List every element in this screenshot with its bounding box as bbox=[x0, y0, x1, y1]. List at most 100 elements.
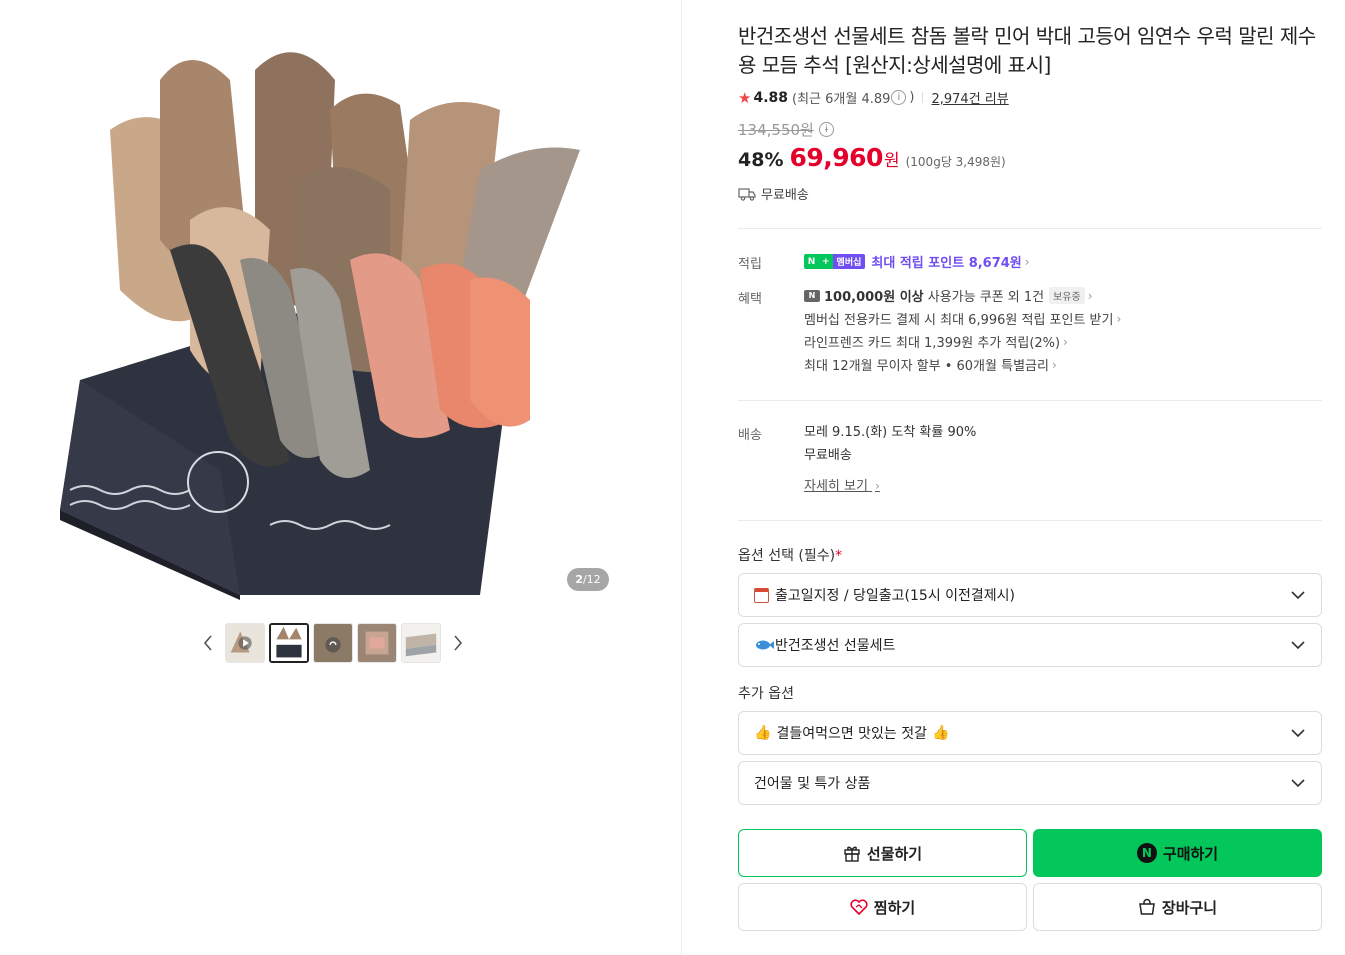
thumbs-up-icon: 👍 bbox=[932, 725, 950, 741]
section-divider bbox=[738, 520, 1322, 521]
thumbnail-3[interactable] bbox=[313, 623, 353, 663]
shipping-summary: 무료배송 bbox=[738, 184, 809, 203]
divider bbox=[922, 92, 924, 103]
section-divider bbox=[738, 400, 1322, 401]
delivery-info: 모레 9.15.(화) 도착 확률 90% 무료배송 자세히 보기 › bbox=[804, 421, 976, 498]
product-title: 반건조생선 선물세트 참돔 볼락 민어 박대 고등어 임연수 우럭 말린 제수용… bbox=[738, 24, 1316, 77]
gift-button[interactable]: 선물하기 bbox=[738, 829, 1027, 877]
coupon-icon: N bbox=[804, 289, 820, 302]
review-count-link[interactable]: 2,974건 리뷰 bbox=[931, 88, 1008, 107]
wishlist-button-label: 찜하기 bbox=[873, 898, 916, 917]
chevron-right-icon: › bbox=[1116, 311, 1122, 326]
points-label: 적립 bbox=[738, 257, 762, 272]
naver-membership-badge: N + 멤버십 bbox=[804, 254, 866, 269]
chevron-right-icon: › bbox=[1063, 334, 1068, 349]
option-select-value: 반건조생선 선물세트 bbox=[775, 638, 896, 654]
chevron-right-icon[interactable] bbox=[445, 622, 471, 664]
delivery-detail-text: 자세히 보기 bbox=[804, 479, 868, 494]
benefit-linefriends-card[interactable]: 라인프렌즈 카드 최대 1,399원 추가 적립(2%) › bbox=[804, 330, 1121, 353]
badge-member: 멤버십 bbox=[832, 254, 866, 269]
required-mark: * bbox=[835, 548, 843, 564]
price-info-icon[interactable]: i bbox=[818, 122, 834, 137]
benefit-text: 최대 12개월 무이자 할부 • 60개월 특별금리 bbox=[804, 359, 1049, 374]
extra-option-select-dried[interactable]: 건어물 및 특가 상품 bbox=[738, 761, 1322, 805]
option-select-value: 출고일지정 / 당일출고(15시 이전결제시) bbox=[775, 588, 1016, 604]
heart-icon bbox=[850, 899, 868, 915]
gift-button-label: 선물하기 bbox=[866, 844, 923, 863]
section-divider bbox=[738, 228, 1322, 229]
rating-row: ★ 4.88 (최근 6개월 4.89 i ) 2,974건 리뷰 bbox=[738, 88, 1009, 108]
delivery-arrival: 모레 9.15.(화) 도착 확률 90% bbox=[804, 425, 977, 440]
original-price-value: 134,550원 bbox=[738, 121, 814, 139]
wishlist-button[interactable]: 찜하기 bbox=[738, 883, 1027, 931]
coupon-held-badge: 보유중 bbox=[1049, 287, 1085, 304]
chevron-down-icon bbox=[1291, 729, 1305, 738]
shopping-bag-icon bbox=[1139, 898, 1155, 915]
image-counter: 2/12 bbox=[567, 568, 609, 591]
discount-rate: 48% bbox=[738, 149, 784, 171]
benefit-text: 멤버십 전용카드 결제 시 최대 6,996원 적립 포인트 받기 bbox=[804, 313, 1114, 328]
chevron-right-icon: › bbox=[1051, 357, 1057, 372]
chevron-left-icon[interactable] bbox=[195, 622, 221, 664]
chevron-right-icon: › bbox=[1087, 288, 1093, 303]
benefit-text: 라인프렌즈 카드 최대 1,399원 추가 적립(2%) bbox=[804, 336, 1061, 351]
original-price: 134,550원 i bbox=[738, 119, 834, 140]
price-currency: 원 bbox=[883, 151, 900, 171]
free-shipping-text: 무료배송 bbox=[761, 188, 809, 203]
option-select-product[interactable]: 반건조생선 선물세트 bbox=[738, 623, 1322, 667]
extra-option-select-jeotgal[interactable]: 👍 결들여먹으면 맛있는 젓갈 👍 bbox=[738, 711, 1322, 755]
delivery-label: 배송 bbox=[738, 428, 762, 443]
coupon-text: 사용가능 쿠폰 외 1건 bbox=[923, 290, 1045, 305]
info-icon[interactable]: i bbox=[891, 90, 907, 105]
gift-icon bbox=[844, 846, 860, 862]
sale-price: 69,960 bbox=[789, 143, 883, 172]
price-row: 48% 69,960 원 (100g당 3,498원) bbox=[738, 143, 1006, 172]
buy-button-label: 구매하기 bbox=[1162, 844, 1219, 863]
image-counter-total: /12 bbox=[582, 573, 601, 586]
option-select-shipdate[interactable]: 출고일지정 / 당일출고(15시 이전결제시) bbox=[738, 573, 1322, 617]
cart-button-label: 장바구니 bbox=[1161, 898, 1218, 917]
coupon-threshold: 100,000원 이상 bbox=[824, 290, 924, 305]
rating-value: 4.88 bbox=[753, 89, 788, 106]
product-main-image[interactable] bbox=[40, 20, 630, 600]
option-select-value: 결들여먹으면 맛있는 젓갈 bbox=[776, 726, 928, 742]
benefits-list: N 100,000원 이상 사용가능 쿠폰 외 1건 보유중 › 멤버십 전용카… bbox=[804, 284, 1121, 376]
benefits-label: 혜택 bbox=[738, 292, 762, 307]
option-select-value: 건어물 및 특가 상품 bbox=[754, 776, 871, 792]
star-icon: ★ bbox=[738, 88, 752, 107]
benefit-installment[interactable]: 최대 12개월 무이자 할부 • 60개월 특별금리 › bbox=[804, 353, 1121, 376]
extra-option-title: 추가 옵션 bbox=[738, 686, 794, 702]
thumbnail-strip bbox=[195, 622, 471, 664]
badge-n: N bbox=[804, 254, 819, 269]
thumbs-up-icon: 👍 bbox=[754, 725, 772, 741]
unit-price: (100g당 3,498원) bbox=[905, 155, 1006, 169]
delivery-fee: 무료배송 bbox=[804, 448, 852, 463]
buy-button[interactable]: N 구매하기 bbox=[1033, 829, 1322, 877]
column-divider bbox=[681, 0, 682, 955]
points-row[interactable]: N + 멤버십 최대 적립 포인트 8,674원 › bbox=[804, 252, 1030, 271]
truck-icon bbox=[738, 187, 756, 201]
thumbnail-4[interactable] bbox=[357, 623, 397, 663]
max-points-text: 최대 적립 포인트 8,674원 bbox=[871, 256, 1022, 271]
calendar-icon bbox=[754, 587, 769, 603]
recent-rating: (최근 6개월 4.89 bbox=[792, 92, 891, 107]
product-gallery: 2/12 bbox=[0, 0, 681, 955]
thumbnail-5[interactable] bbox=[401, 623, 441, 663]
thumbnail-1[interactable] bbox=[225, 623, 265, 663]
cart-button[interactable]: 장바구니 bbox=[1033, 883, 1322, 931]
chevron-right-icon: › bbox=[875, 479, 880, 493]
thumbnail-2[interactable] bbox=[269, 623, 309, 663]
chevron-right-icon: › bbox=[1024, 254, 1030, 269]
badge-plus: + bbox=[819, 254, 833, 269]
benefit-coupon[interactable]: N 100,000원 이상 사용가능 쿠폰 외 1건 보유중 › bbox=[804, 284, 1121, 307]
chevron-down-icon bbox=[1291, 591, 1305, 600]
benefit-membership-card[interactable]: 멤버십 전용카드 결제 시 최대 6,996원 적립 포인트 받기 › bbox=[804, 307, 1121, 330]
recent-rating-close: ) bbox=[909, 90, 915, 105]
chevron-down-icon bbox=[1291, 641, 1305, 650]
chevron-down-icon bbox=[1291, 779, 1305, 788]
fish-icon bbox=[756, 640, 774, 650]
option-section-title: 옵션 선택 (필수)* bbox=[738, 545, 842, 565]
option-title-text: 옵션 선택 (필수) bbox=[738, 548, 836, 564]
naver-n-icon: N bbox=[1136, 843, 1157, 863]
delivery-detail-link[interactable]: 자세히 보기 › bbox=[804, 475, 880, 498]
